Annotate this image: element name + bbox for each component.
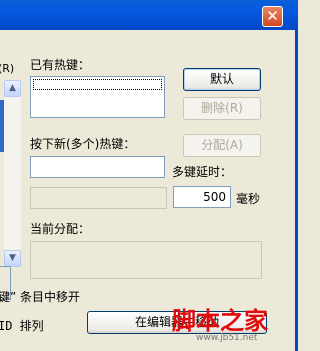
- left-bottom-text-1: 键” 条目中移开: [0, 290, 81, 304]
- current-assignment-label: 当前分配：: [30, 222, 91, 236]
- current-assignment-box: [30, 241, 262, 279]
- watermark-logo: 脚本之家: [172, 306, 268, 335]
- hotkey-dialog: (R) ▲ ▼ 已有热键： 默认 删除(R) 按下新(多个)热键： 分配(A) …: [0, 30, 298, 351]
- title-bar: ✕: [0, 0, 298, 30]
- assign-button[interactable]: 分配(A): [183, 134, 261, 157]
- delay-label: 多键延时：: [172, 165, 233, 179]
- close-button[interactable]: ✕: [262, 6, 283, 27]
- current-keys-label: 已有热键：: [30, 58, 91, 72]
- chevron-up-icon[interactable]: ▲: [4, 80, 21, 97]
- new-key-input[interactable]: [30, 156, 165, 178]
- delay-unit: 毫秒: [236, 192, 261, 206]
- left-shortcut-suffix: (R): [0, 62, 15, 75]
- list-focus-item: [33, 79, 162, 90]
- default-button[interactable]: 默认: [183, 68, 261, 91]
- watermark-url: www.jb51.net: [196, 333, 258, 343]
- command-list-scrollbar[interactable]: ▲ ▼: [4, 80, 21, 267]
- chevron-down-icon[interactable]: ▼: [4, 250, 21, 267]
- assigned-command-field: [30, 187, 167, 209]
- left-bottom-text-2: ID 排列: [0, 319, 44, 333]
- delete-button[interactable]: 删除(R): [183, 97, 261, 120]
- delay-input[interactable]: 500: [173, 186, 231, 208]
- new-key-label: 按下新(多个)热键：: [30, 137, 136, 151]
- list-selection-highlight: [0, 100, 4, 152]
- current-keys-list[interactable]: [30, 76, 165, 118]
